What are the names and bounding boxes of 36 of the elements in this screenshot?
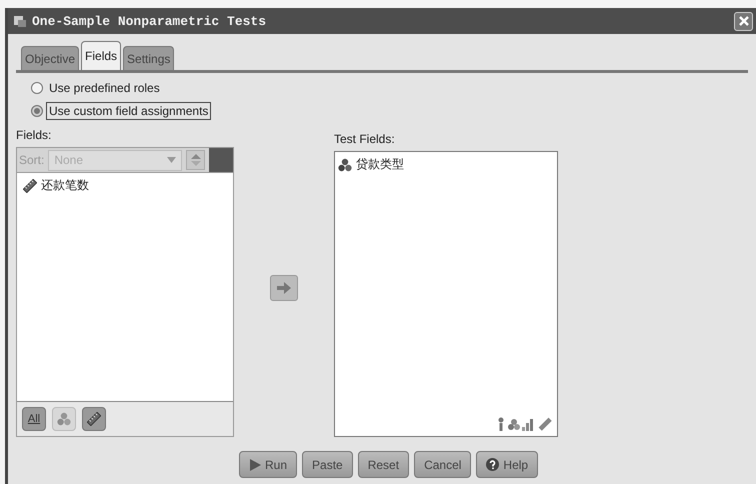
- tab[interactable]: Fields: [81, 41, 122, 70]
- dialog-button[interactable]: Paste: [302, 451, 353, 478]
- move-button[interactable]: [270, 274, 298, 300]
- dialog-button[interactable]: Cancel: [414, 451, 472, 478]
- radio-button[interactable]: [31, 82, 43, 94]
- field-item[interactable]: 还款笔数: [41, 177, 89, 194]
- play-icon: [249, 458, 261, 470]
- filter-button[interactable]: [82, 407, 106, 431]
- filter-button[interactable]: All: [22, 407, 46, 431]
- close-button[interactable]: [734, 12, 753, 30]
- radio-label[interactable]: Use custom field assignments: [46, 102, 212, 120]
- test-fields-label: Test Fields:: [334, 132, 396, 146]
- arrow-right-icon: [277, 282, 291, 294]
- up-down-icon: [190, 154, 201, 166]
- dialog-button[interactable]: Reset: [358, 451, 410, 478]
- ruler-icon: [87, 412, 101, 426]
- nominal-icon: [338, 158, 352, 172]
- fields-label: Fields:: [16, 128, 52, 142]
- radio-label[interactable]: Use predefined roles: [46, 79, 163, 97]
- help-icon: [486, 458, 500, 471]
- dialog-button[interactable]: Run: [239, 451, 298, 478]
- close-icon: [738, 15, 750, 27]
- measure-icons-drawing: [497, 416, 553, 432]
- sort-label: Sort:: [18, 153, 44, 167]
- tab[interactable]: Settings: [123, 46, 174, 70]
- radio-button[interactable]: [31, 105, 43, 117]
- ruler-icon: [23, 178, 37, 192]
- nominal-icon: [57, 412, 71, 426]
- sort-order-button[interactable]: [186, 150, 206, 170]
- dialog-button[interactable]: Help: [476, 451, 538, 478]
- window-title: One-Sample Nonparametric Tests: [32, 14, 268, 28]
- caret-icon: [166, 157, 176, 163]
- toggle-button[interactable]: [209, 148, 233, 172]
- app-icon: [13, 14, 27, 28]
- field-item[interactable]: 贷款类型: [356, 156, 404, 173]
- tab[interactable]: Objective: [21, 46, 80, 70]
